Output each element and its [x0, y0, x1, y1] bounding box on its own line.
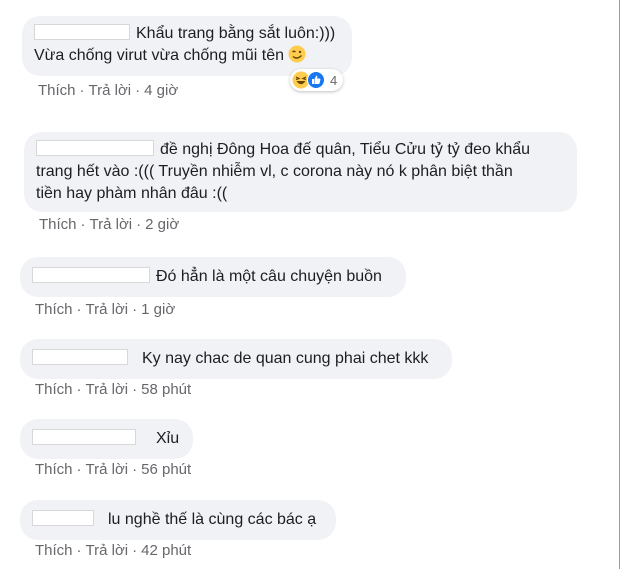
- like-link[interactable]: Thích: [35, 381, 73, 398]
- comment-actions: Thích · Trả lời · 4 giờ: [38, 82, 178, 100]
- comment-text: tiền hay phàm nhân đâu :((: [36, 185, 228, 202]
- comment-bubble: Đó hẳn là một câu chuyện buồn: [20, 257, 406, 297]
- comment-actions: Thích · Trả lời · 1 giờ: [35, 301, 175, 319]
- reaction-summary[interactable]: 4: [290, 69, 344, 91]
- like-link[interactable]: Thích: [35, 542, 73, 559]
- separator-dot: ·: [132, 461, 138, 478]
- separator-dot: ·: [76, 542, 82, 559]
- like-link[interactable]: Thích: [35, 301, 73, 318]
- redacted-author-name[interactable]: [36, 140, 154, 156]
- comment-text: Vừa chống virut vừa chống mũi tên: [34, 47, 284, 64]
- comment-bubble: lu nghề thế là cùng các bác ạ: [20, 500, 336, 540]
- reaction-count: 4: [330, 72, 338, 88]
- comment-time[interactable]: 42 phút: [141, 542, 191, 559]
- like-link[interactable]: Thích: [35, 461, 73, 478]
- separator-dot: ·: [135, 82, 141, 99]
- comment-time[interactable]: 1 giờ: [141, 301, 175, 318]
- comment-actions: Thích · Trả lời · 42 phút: [35, 542, 191, 560]
- separator-dot: ·: [132, 301, 138, 318]
- separator-dot: ·: [79, 82, 85, 99]
- comment-bubble: Khẩu trang bằng sắt luôn:))) Vừa chống v…: [22, 16, 352, 76]
- comment-bubble: đề nghị Đông Hoa đế quân, Tiểu Cửu tỷ tỷ…: [24, 132, 577, 212]
- comment-text: Xỉu: [156, 430, 180, 447]
- reply-link[interactable]: Trả lời: [89, 82, 132, 99]
- comment-bubble: Xỉu: [20, 419, 193, 459]
- separator-dot: ·: [132, 381, 138, 398]
- redacted-author-name[interactable]: [32, 510, 94, 526]
- comment-time[interactable]: 58 phút: [141, 381, 191, 398]
- smirk-emoji-icon: [288, 45, 306, 70]
- comment-text: Đó hẳn là một câu chuyện buồn: [156, 268, 382, 285]
- comment-actions: Thích · Trả lời · 58 phút: [35, 381, 191, 399]
- like-link[interactable]: Thích: [38, 82, 76, 99]
- redacted-author-name[interactable]: [32, 349, 128, 365]
- reply-link[interactable]: Trả lời: [86, 381, 129, 398]
- separator-dot: ·: [76, 301, 82, 318]
- redacted-author-name[interactable]: [32, 429, 136, 445]
- like-link[interactable]: Thích: [39, 216, 77, 233]
- reply-link[interactable]: Trả lời: [86, 542, 129, 559]
- comment-time[interactable]: 2 giờ: [145, 216, 179, 233]
- separator-dot: ·: [80, 216, 86, 233]
- comment-text: đề nghị Đông Hoa đế quân, Tiểu Cửu tỷ tỷ…: [160, 141, 531, 158]
- separator-dot: ·: [136, 216, 142, 233]
- redacted-author-name[interactable]: [34, 24, 130, 40]
- reply-link[interactable]: Trả lời: [86, 301, 129, 318]
- comment-text: trang hết vào :((( Truyền nhiễm vl, c co…: [36, 163, 513, 180]
- comment-bubble: Ky nay chac de quan cung phai chet kkk: [20, 339, 452, 379]
- separator-dot: ·: [132, 542, 138, 559]
- comment-text: Khẩu trang bằng sắt luôn:))): [136, 25, 336, 42]
- reply-link[interactable]: Trả lời: [86, 461, 129, 478]
- comment-time[interactable]: 4 giờ: [144, 82, 178, 99]
- separator-dot: ·: [76, 381, 82, 398]
- comment-actions: Thích · Trả lời · 56 phút: [35, 461, 191, 479]
- reply-link[interactable]: Trả lời: [90, 216, 133, 233]
- comment-text: lu nghề thế là cùng các bác ạ: [108, 511, 317, 528]
- like-thumb-icon: [307, 71, 325, 89]
- comment-text: Ky nay chac de quan cung phai chet kkk: [142, 350, 429, 367]
- redacted-author-name[interactable]: [32, 267, 150, 283]
- comment-actions: Thích · Trả lời · 2 giờ: [39, 216, 179, 234]
- separator-dot: ·: [76, 461, 82, 478]
- comment-time[interactable]: 56 phút: [141, 461, 191, 478]
